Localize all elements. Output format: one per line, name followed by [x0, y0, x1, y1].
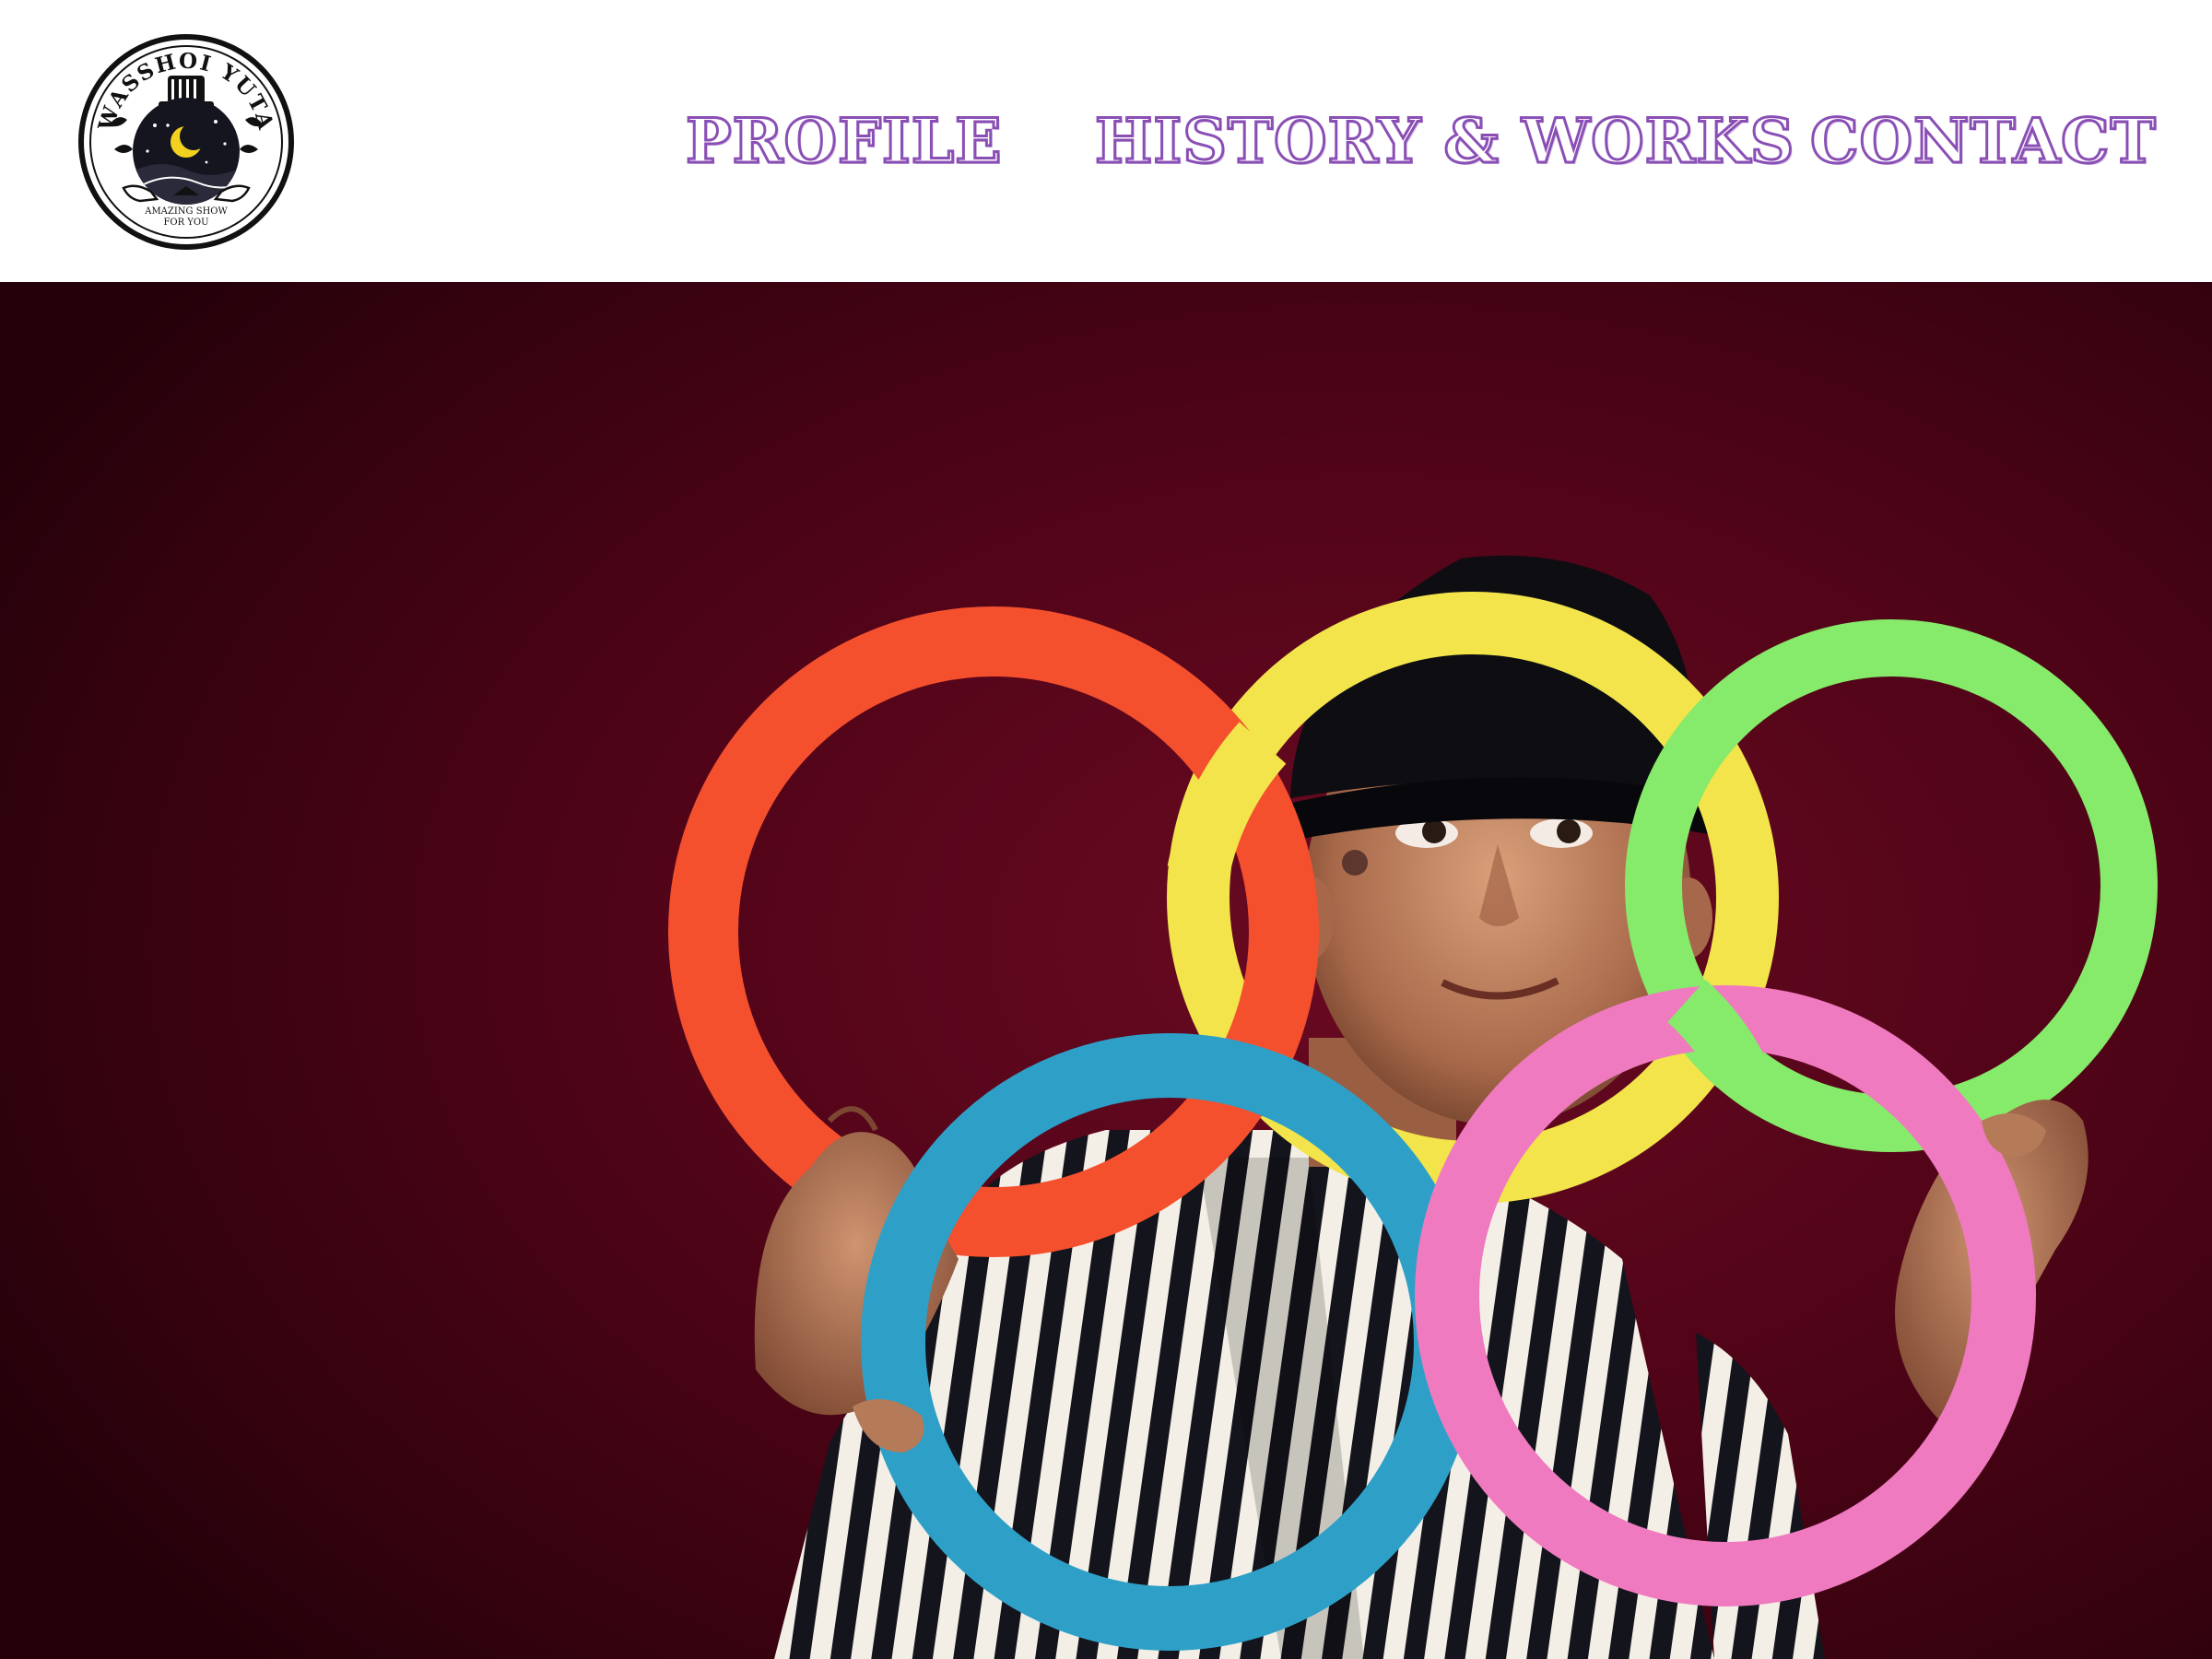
hero-section [0, 282, 2212, 1659]
nav-profile-link[interactable]: PROFILE [684, 100, 1002, 182]
nav-history-works-link[interactable]: HISTORY & WORKS [1093, 100, 1794, 182]
site-header: WASSHOI YUTA AMAZING SHOW FOR YOU PROFIL… [0, 0, 2212, 282]
main-nav: PROFILE HISTORY & WORKS CONTACT [0, 0, 2212, 282]
nav-contact-link[interactable]: CONTACT [1809, 100, 2158, 182]
hero-performer-photo [668, 555, 2158, 1659]
